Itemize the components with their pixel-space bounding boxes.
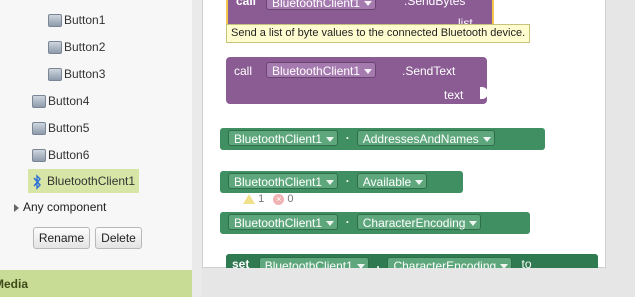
tree-item-button1[interactable]: Button1 (48, 10, 105, 30)
chevron-down-icon (500, 264, 509, 268)
component-dropdown[interactable]: BluetoothClient1 (266, 62, 377, 78)
chevron-down-icon (482, 137, 491, 143)
dot-separator: . (376, 257, 380, 268)
button-icon (48, 41, 62, 55)
dot-separator: . (345, 212, 350, 226)
any-component-item[interactable]: Any component (14, 200, 106, 214)
chevron-down-icon (356, 264, 365, 268)
any-component-label: Any component (23, 200, 107, 214)
block-tooltip: Send a list of byte values to the connec… (226, 24, 531, 43)
panel-divider (192, 0, 202, 297)
rename-button[interactable]: Rename (33, 227, 90, 249)
chevron-down-icon (469, 221, 478, 227)
property-label: AddressesAndNames (362, 132, 479, 146)
charenc-setter-block[interactable]: set BluetoothClient1 . CharacterEncoding… (226, 254, 598, 268)
call-keyword: call (236, 0, 257, 8)
component-dropdown[interactable]: BluetoothClient1 (228, 130, 339, 146)
expand-arrow-icon[interactable] (14, 203, 19, 212)
tree-item-label: Button4 (48, 94, 90, 108)
tree-item-label: Button2 (64, 40, 106, 54)
error-count: 0 (287, 193, 294, 205)
chevron-down-icon (326, 137, 335, 143)
chevron-down-icon (326, 180, 335, 186)
tree-item-label: Button3 (64, 67, 106, 81)
property-label: Available (362, 175, 412, 189)
media-label: Media (0, 277, 29, 291)
tree-item-button4[interactable]: Button4 (32, 91, 89, 111)
warning-indicator[interactable]: 1 × 0 (243, 193, 293, 205)
tree-item-button2[interactable]: Button2 (48, 37, 105, 57)
button-icon (32, 122, 46, 136)
components-tree-panel: Button1 Button2 Button3 Button4 Button5 … (0, 0, 193, 297)
tree-item-button3[interactable]: Button3 (48, 64, 105, 84)
button-icon (48, 68, 62, 82)
tree-item-button5[interactable]: Button5 (32, 118, 89, 138)
media-drawer-header[interactable]: Media (0, 270, 192, 297)
tree-item-label: BluetoothClient1 (47, 174, 136, 188)
tree-item-button6[interactable]: Button6 (32, 145, 89, 165)
button-icon (48, 14, 62, 28)
property-dropdown[interactable]: CharacterEncoding (387, 257, 513, 268)
button-icon (32, 95, 46, 109)
available-getter-block[interactable]: BluetoothClient1 . Available (220, 171, 463, 193)
workspace-scroll-area[interactable] (606, 0, 635, 268)
to-keyword: to (521, 257, 532, 268)
component-label: BluetoothClient1 (234, 132, 323, 146)
chevron-down-icon (364, 1, 373, 7)
tree-item-label: Button6 (48, 148, 90, 162)
chevron-down-icon (415, 180, 424, 186)
arg-label: text (444, 88, 464, 102)
chevron-down-icon (364, 69, 373, 75)
component-label: BluetoothClient1 (234, 175, 323, 189)
addresses-getter-block[interactable]: BluetoothClient1 . AddressesAndNames (220, 128, 545, 150)
sendtext-block[interactable]: call BluetoothClient1 .SendText text (226, 57, 488, 104)
component-label: BluetoothClient1 (272, 0, 361, 10)
tree-item-bluetoothclient1[interactable]: BluetoothClient1 (28, 169, 140, 193)
delete-button[interactable]: Delete (95, 227, 142, 249)
call-keyword: call (234, 64, 253, 78)
error-icon: × (273, 193, 285, 205)
component-label: BluetoothClient1 (272, 64, 361, 78)
property-dropdown[interactable]: AddressesAndNames (356, 130, 495, 146)
set-keyword: set (232, 257, 250, 268)
tree-item-label: Button1 (64, 13, 106, 27)
component-dropdown[interactable]: BluetoothClient1 (228, 173, 339, 189)
charenc-getter-block[interactable]: BluetoothClient1 . CharacterEncoding (220, 212, 530, 234)
property-dropdown[interactable]: CharacterEncoding (356, 214, 482, 230)
workspace-scroll-area-bottom[interactable] (202, 268, 635, 297)
warning-count: 1 (258, 193, 265, 205)
dot-separator: . (345, 171, 350, 185)
dot-separator: . (345, 128, 350, 142)
warning-icon (243, 194, 255, 205)
button-icon (32, 149, 46, 163)
component-label: BluetoothClient1 (234, 216, 323, 230)
component-dropdown[interactable]: BluetoothClient1 (228, 214, 339, 230)
method-label: .SendText (402, 64, 456, 78)
chevron-down-icon (326, 221, 335, 227)
component-dropdown[interactable]: BluetoothClient1 (266, 0, 377, 10)
method-label: .SendBytes (404, 0, 466, 8)
property-label: CharacterEncoding (362, 216, 466, 230)
input-socket (480, 87, 488, 99)
tree-item-label: Button5 (48, 121, 90, 135)
bluetooth-icon (33, 174, 41, 190)
property-dropdown[interactable]: Available (356, 173, 428, 189)
property-label: CharacterEncoding (393, 259, 497, 268)
component-dropdown[interactable]: BluetoothClient1 (258, 257, 369, 268)
component-label: BluetoothClient1 (264, 259, 353, 268)
